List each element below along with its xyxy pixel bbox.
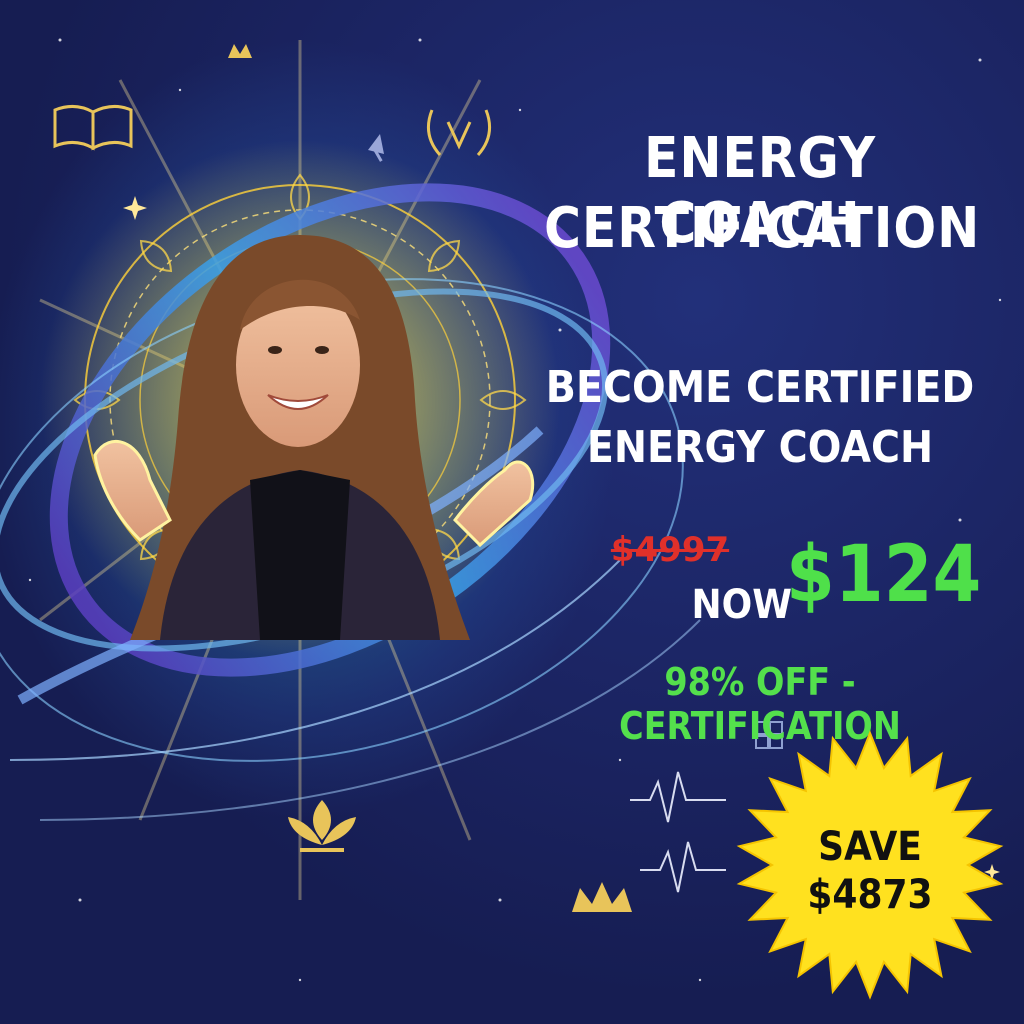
save-amount: $4873 (807, 872, 933, 918)
subtitle-line-2: ENERGY COACH (586, 422, 934, 473)
crown-icon (572, 882, 632, 912)
promo-banner: ENERGY COACH CERTIFICATION BECOME CERTIF… (0, 0, 1024, 1024)
subtitle-line-1: BECOME CERTIFIED (545, 362, 975, 413)
title-line-2: CERTIFICATION (544, 196, 981, 261)
crown-icon (228, 44, 252, 58)
save-label: SAVE (818, 824, 922, 870)
open-book-icon (53, 105, 133, 151)
pulse-wave-icon (630, 771, 726, 893)
new-price: $124 (786, 530, 982, 620)
old-price: $4997 (610, 530, 730, 570)
now-label: NOW (691, 582, 792, 628)
lotus-icon (288, 800, 356, 852)
